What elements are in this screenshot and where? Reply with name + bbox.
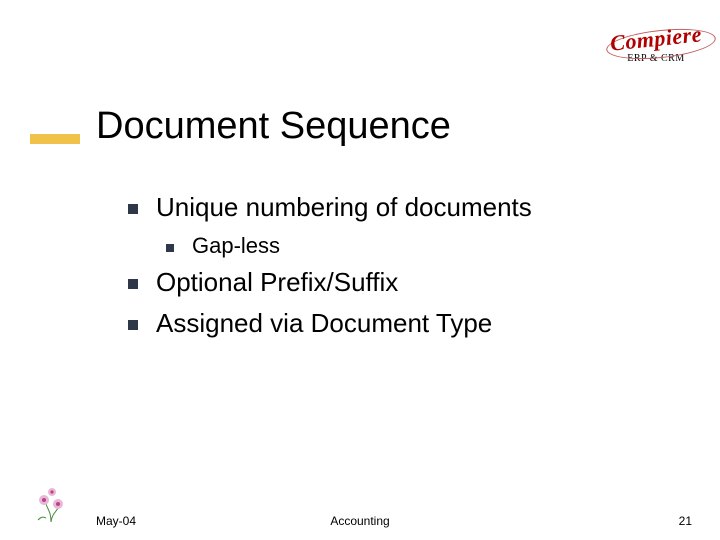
brand-logo: Compiere ERP & CRM <box>610 28 702 64</box>
logo-text: Compiere <box>609 23 703 54</box>
slide-title: Document Sequence <box>96 105 451 148</box>
bullet-square-icon <box>166 244 174 252</box>
list-item-label: Gap-less <box>192 233 280 258</box>
bullet-square-icon <box>128 204 138 214</box>
slide: Compiere ERP & CRM Document Sequence Uni… <box>0 0 720 540</box>
accent-bar <box>30 134 80 144</box>
list-item-label: Assigned via Document Type <box>156 308 492 338</box>
logo-tagline: ERP & CRM <box>610 54 702 64</box>
list-item: Unique numbering of documents <box>128 192 680 223</box>
list-item-label: Optional Prefix/Suffix <box>156 267 398 297</box>
slide-footer: May-04 Accounting 21 <box>0 504 720 528</box>
footer-page-number: 21 <box>679 514 692 528</box>
bullet-square-icon <box>128 279 138 289</box>
list-item-label: Unique numbering of documents <box>156 192 532 222</box>
bullet-square-icon <box>128 320 138 330</box>
list-item: Gap-less <box>128 233 680 259</box>
list-item: Optional Prefix/Suffix <box>128 267 680 298</box>
footer-section: Accounting <box>0 514 720 528</box>
list-item: Assigned via Document Type <box>128 308 680 339</box>
bullet-list: Unique numbering of documents Gap-less O… <box>128 192 680 349</box>
